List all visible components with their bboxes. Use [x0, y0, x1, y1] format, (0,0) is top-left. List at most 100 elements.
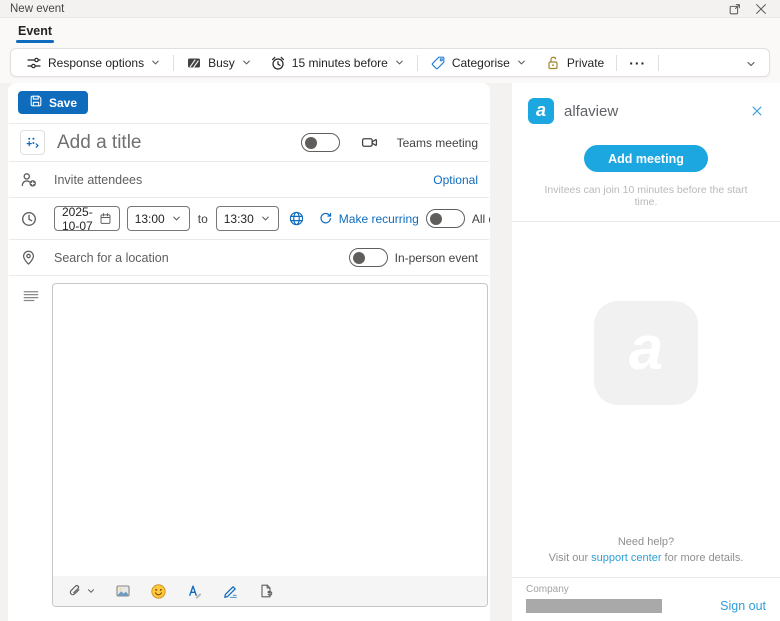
paperclip-icon	[67, 583, 83, 599]
add-meeting-button[interactable]: Add meeting	[584, 145, 708, 172]
event-form-card: Save Add a title Teams meeting	[8, 83, 490, 621]
make-recurring-label: Make recurring	[339, 212, 419, 226]
alfaview-logo-icon: a	[528, 98, 554, 124]
ribbon-area: Response options Busy 15 minutes before	[0, 44, 780, 83]
insert-image-button[interactable]	[115, 583, 131, 599]
tab-strip: Event	[0, 18, 780, 44]
help-details-line: Visit our support center for more detail…	[512, 551, 780, 567]
ribbon-collapse-chevron-icon[interactable]	[745, 57, 757, 75]
options-sliders-icon	[26, 55, 42, 71]
addin-body: a	[512, 222, 780, 535]
reminder-button[interactable]: 15 minutes before	[261, 51, 414, 74]
invite-attendees-input[interactable]: Invite attendees	[54, 173, 142, 187]
description-row	[8, 276, 490, 621]
titlebar: New event	[0, 0, 780, 18]
in-person-toggle[interactable]	[349, 248, 388, 267]
addin-header: a alfaview	[512, 83, 780, 124]
save-button[interactable]: Save	[18, 91, 88, 114]
chevron-down-icon	[241, 57, 252, 68]
save-floppy-icon	[29, 94, 43, 111]
attendees-row: Invite attendees Optional	[8, 162, 490, 197]
addin-name: alfaview	[564, 103, 618, 120]
support-center-link[interactable]: support center	[591, 552, 661, 564]
ribbon-divider	[658, 55, 659, 71]
tab-event[interactable]: Event	[16, 24, 54, 44]
alfaview-addin-panel: a alfaview Add meeting Invitees can join…	[512, 83, 780, 621]
video-camera-icon	[361, 134, 378, 151]
save-button-label: Save	[49, 96, 77, 110]
make-recurring-button[interactable]: Make recurring	[318, 211, 419, 226]
text-format-button[interactable]	[186, 583, 203, 600]
emoji-button[interactable]	[150, 583, 167, 600]
all-day-toggle[interactable]	[426, 209, 465, 228]
addin-close-icon[interactable]	[750, 104, 764, 118]
panel-gap	[490, 83, 512, 621]
start-time-value: 13:00	[135, 212, 165, 226]
ribbon-divider	[173, 55, 174, 71]
document-icon	[258, 583, 274, 599]
lock-open-icon	[545, 55, 561, 71]
date-input[interactable]: 2025-10-07	[54, 206, 120, 231]
sign-out-link[interactable]: Sign out	[720, 599, 766, 613]
document-options-button[interactable]	[258, 583, 274, 599]
text-lines-icon	[22, 287, 40, 310]
response-options-label: Response options	[48, 56, 144, 70]
chevron-down-icon	[260, 213, 271, 224]
add-person-icon	[20, 171, 40, 189]
help-prefix: Visit our	[549, 552, 592, 564]
help-text: Need help? Visit our support center for …	[512, 535, 780, 577]
optional-attendees-link[interactable]: Optional	[433, 173, 478, 187]
start-time-select[interactable]: 13:00	[127, 206, 190, 231]
to-label: to	[197, 212, 209, 226]
join-note: Invitees can join 10 minutes before the …	[512, 184, 780, 208]
draw-pen-button[interactable]	[222, 583, 239, 600]
format-letter-pen-icon	[186, 583, 203, 600]
window-title: New event	[10, 3, 64, 15]
categorise-label: Categorise	[452, 56, 510, 70]
tab-event-label: Event	[18, 24, 52, 38]
show-as-label: Busy	[208, 56, 235, 70]
emoji-smiley-icon	[150, 583, 167, 600]
editor-text-area[interactable]	[53, 284, 487, 576]
private-label: Private	[567, 56, 604, 70]
attach-file-button[interactable]	[67, 583, 96, 599]
chevron-down-icon	[394, 57, 405, 68]
ribbon-divider	[417, 55, 418, 71]
show-as-busy-button[interactable]: Busy	[177, 51, 261, 74]
tab-active-underline	[16, 40, 54, 43]
response-options-button[interactable]: Response options	[17, 51, 170, 74]
timezone-globe-icon[interactable]	[288, 210, 305, 227]
close-icon[interactable]	[754, 2, 768, 16]
help-suffix: for more details.	[662, 552, 744, 564]
in-person-label: In-person event	[395, 251, 478, 265]
new-event-window: New event Event Response options	[0, 0, 780, 621]
clock-icon	[20, 210, 40, 228]
chevron-down-icon	[86, 586, 96, 596]
recurring-arrows-icon	[318, 211, 333, 226]
company-name-redacted	[526, 599, 662, 613]
title-row: Add a title Teams meeting	[8, 124, 490, 161]
location-row: Search for a location In-person event	[8, 240, 490, 275]
location-input[interactable]: Search for a location	[54, 251, 169, 265]
event-description-editor[interactable]	[52, 283, 488, 607]
datetime-row: 2025-10-07 13:00 to 13:30	[8, 198, 490, 239]
location-pin-icon	[20, 249, 40, 266]
chevron-down-icon	[516, 57, 527, 68]
teams-meeting-toggle[interactable]	[301, 133, 340, 152]
event-icon-picker[interactable]	[20, 130, 45, 155]
save-row: Save	[8, 83, 490, 123]
popout-icon[interactable]	[728, 2, 742, 16]
categorise-button[interactable]: Categorise	[421, 51, 536, 74]
alfaview-watermark-logo: a	[594, 301, 698, 405]
editor-toolbar	[53, 576, 487, 606]
ribbon-overflow-button[interactable]: ···	[620, 55, 655, 71]
company-section: Company Sign out	[512, 578, 780, 621]
calendar-icon	[99, 212, 112, 225]
private-button[interactable]: Private	[536, 51, 613, 74]
image-icon	[115, 583, 131, 599]
title-input[interactable]: Add a title	[57, 132, 289, 154]
chevron-down-icon	[171, 213, 182, 224]
end-time-value: 13:30	[224, 212, 254, 226]
tag-icon	[430, 55, 446, 71]
end-time-select[interactable]: 13:30	[216, 206, 279, 231]
